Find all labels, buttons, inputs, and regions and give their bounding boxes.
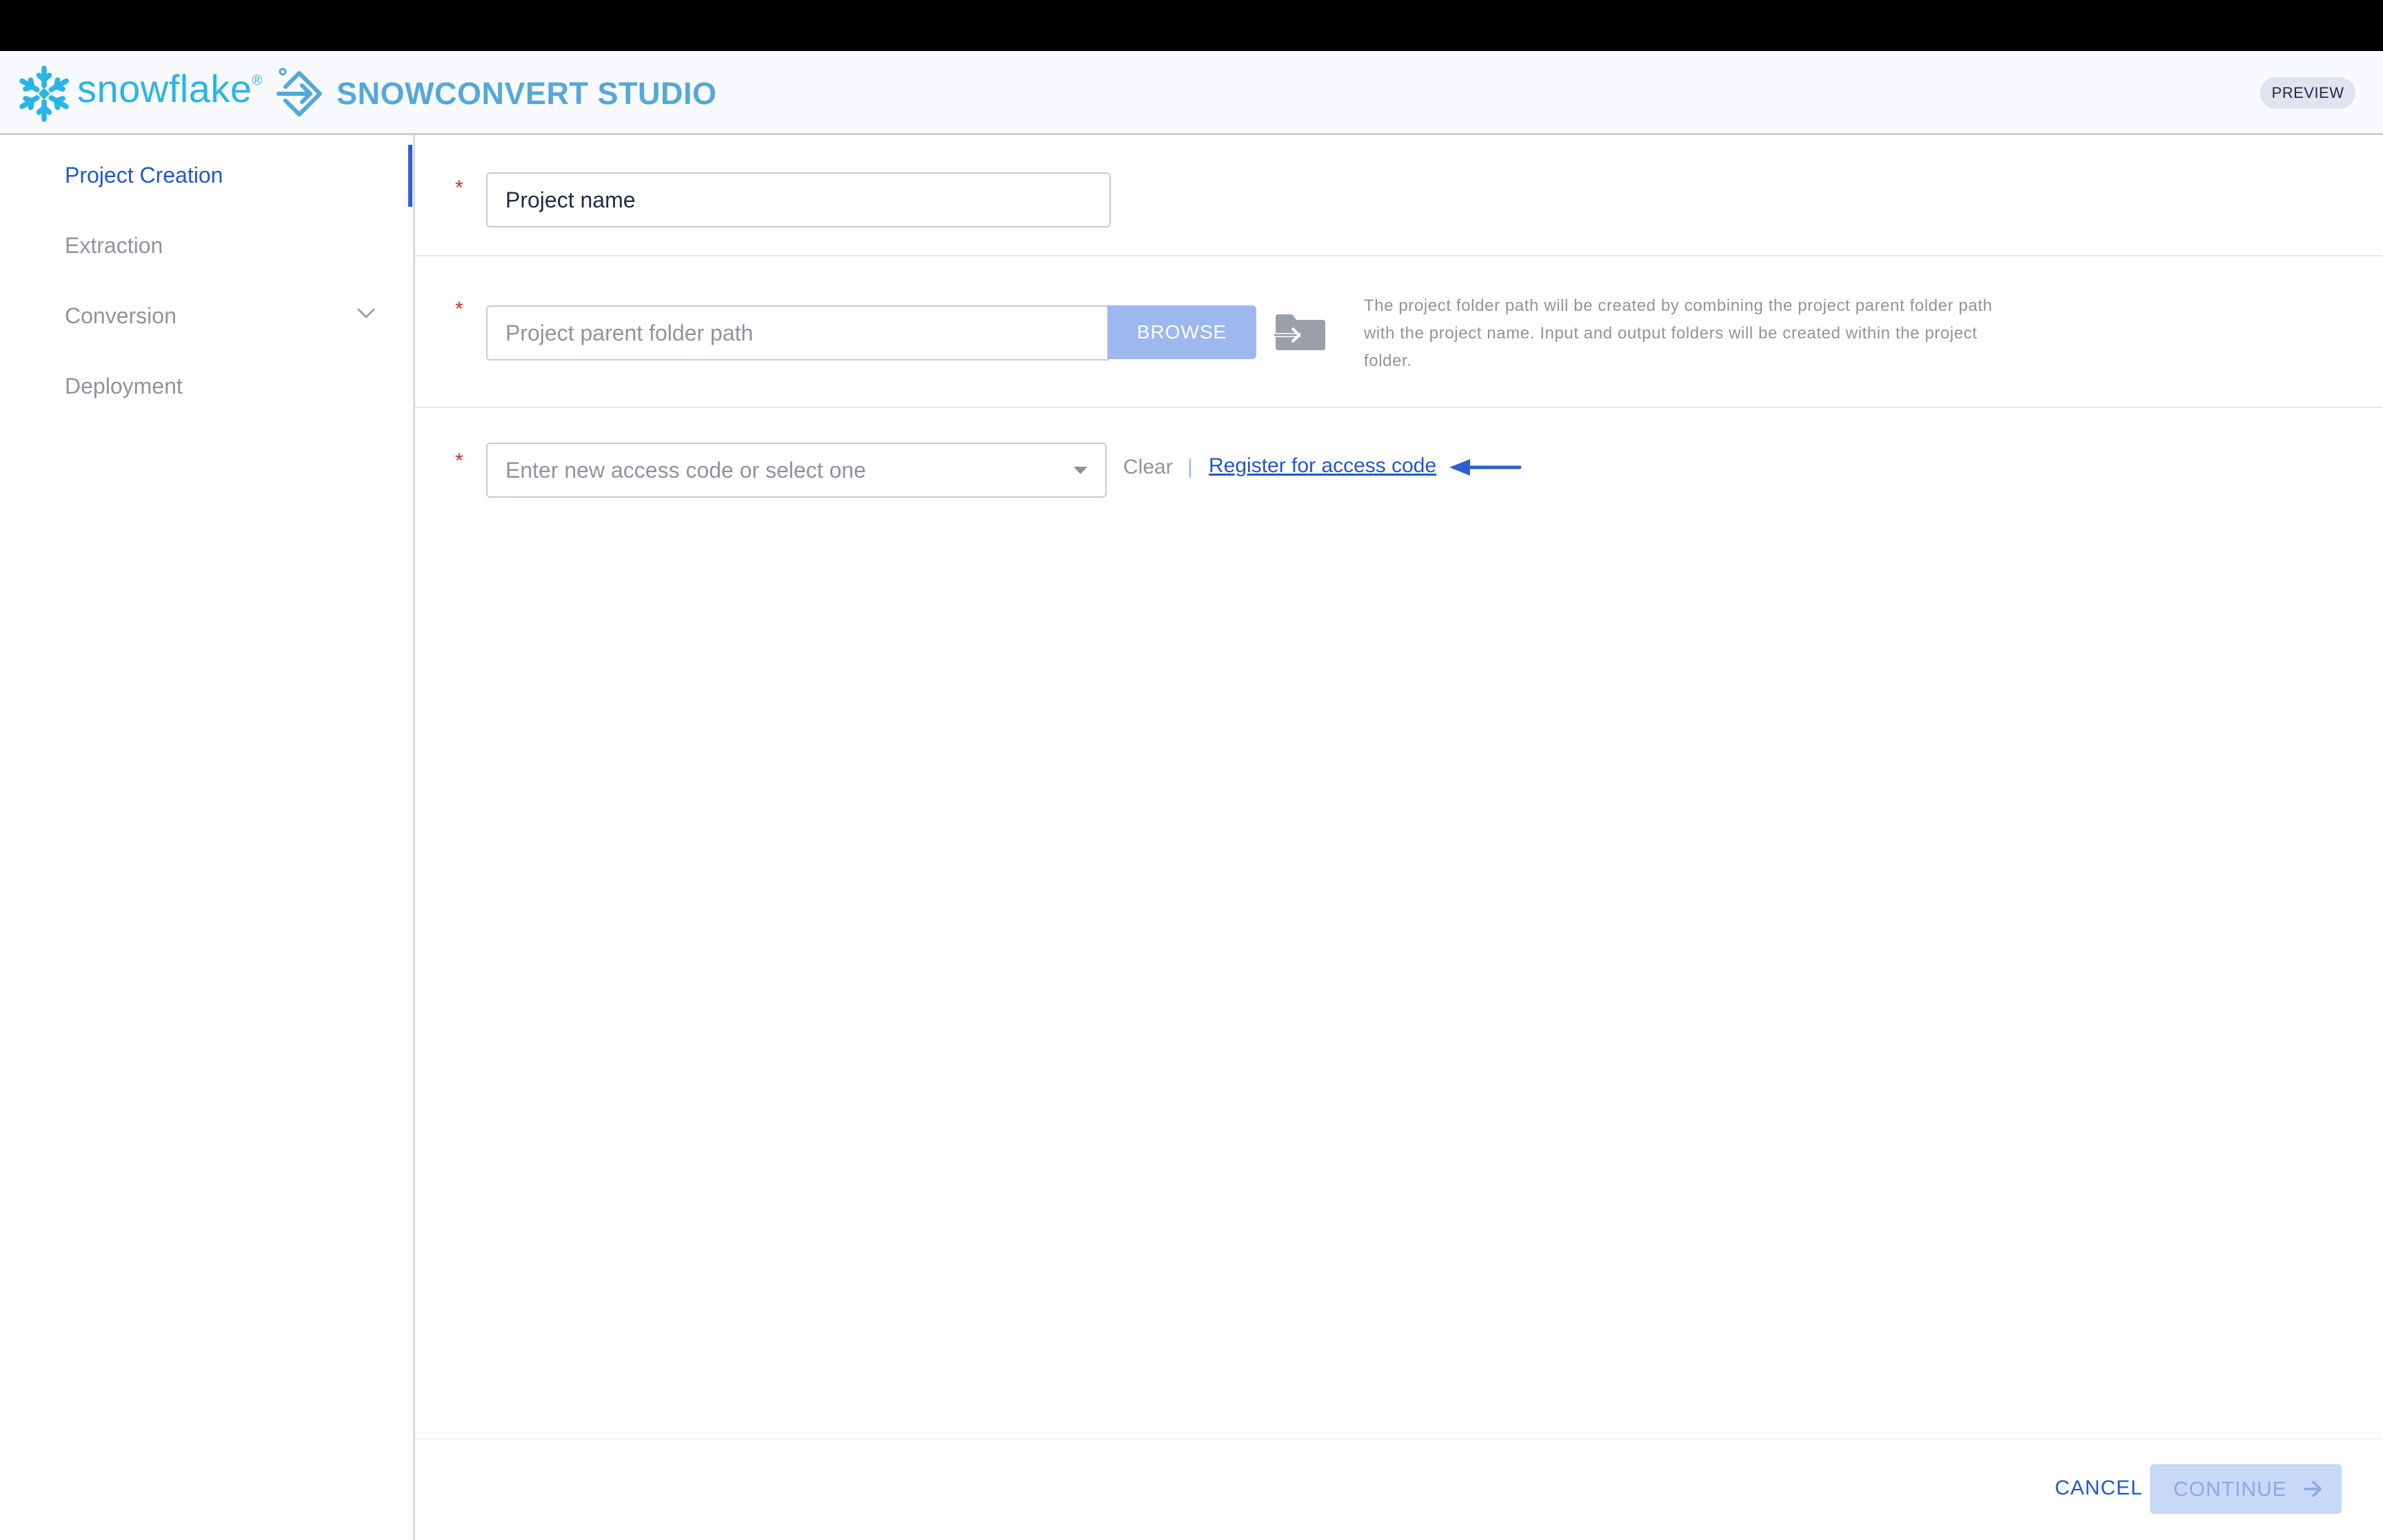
section-divider (415, 407, 2383, 408)
product-name: SNOWCONVERT STUDIO (336, 76, 717, 111)
brand-name: snowflake® (77, 67, 263, 110)
project-name-input[interactable] (487, 174, 1109, 226)
access-code-select[interactable] (486, 443, 1107, 498)
arrow-right-icon (2304, 1481, 2322, 1497)
sidebar-item-extraction[interactable]: Extraction (65, 233, 163, 259)
folder-import-icon[interactable] (1273, 312, 1328, 353)
window-top-bar (0, 0, 2383, 51)
required-marker: * (455, 176, 463, 199)
chevron-down-icon[interactable] (356, 307, 376, 321)
access-code-input[interactable] (487, 444, 1105, 496)
clear-link[interactable]: Clear (1123, 456, 1173, 479)
parent-folder-input[interactable] (487, 307, 1107, 359)
sidebar-item-conversion[interactable]: Conversion (65, 303, 177, 329)
sidebar-item-deployment[interactable]: Deployment (65, 374, 183, 399)
browse-button[interactable]: BROWSE (1107, 305, 1256, 359)
register-access-code-link[interactable]: Register for access code (1209, 454, 1436, 478)
link-separator: | (1187, 456, 1193, 478)
app-header: snowflake® SNOWCONVERT STUDIO PREVIEW (0, 51, 2383, 135)
required-marker: * (455, 298, 463, 321)
registered-mark: ® (252, 73, 263, 88)
project-name-field[interactable] (486, 172, 1111, 227)
parent-folder-field[interactable] (486, 305, 1109, 361)
preview-badge: PREVIEW (2260, 77, 2355, 109)
arrow-left-icon (1449, 459, 1522, 476)
continue-button[interactable]: CONTINUE (2150, 1464, 2342, 1514)
continue-button-label: CONTINUE (2173, 1478, 2287, 1501)
folder-path-hint: The project folder path will be created … (1364, 296, 1993, 370)
sidebar-item-project-creation[interactable]: Project Creation (65, 163, 223, 188)
caret-down-icon[interactable] (1074, 467, 1087, 474)
footer-divider (415, 1438, 2383, 1439)
cancel-button[interactable]: CANCEL (2055, 1477, 2143, 1500)
active-nav-indicator (408, 145, 412, 207)
sidebar: Project Creation Extraction Conversion D… (0, 135, 415, 1540)
snowconvert-icon (276, 68, 322, 116)
required-marker: * (455, 449, 463, 472)
snowflake-logo-icon (19, 65, 69, 122)
section-divider (415, 255, 2383, 256)
